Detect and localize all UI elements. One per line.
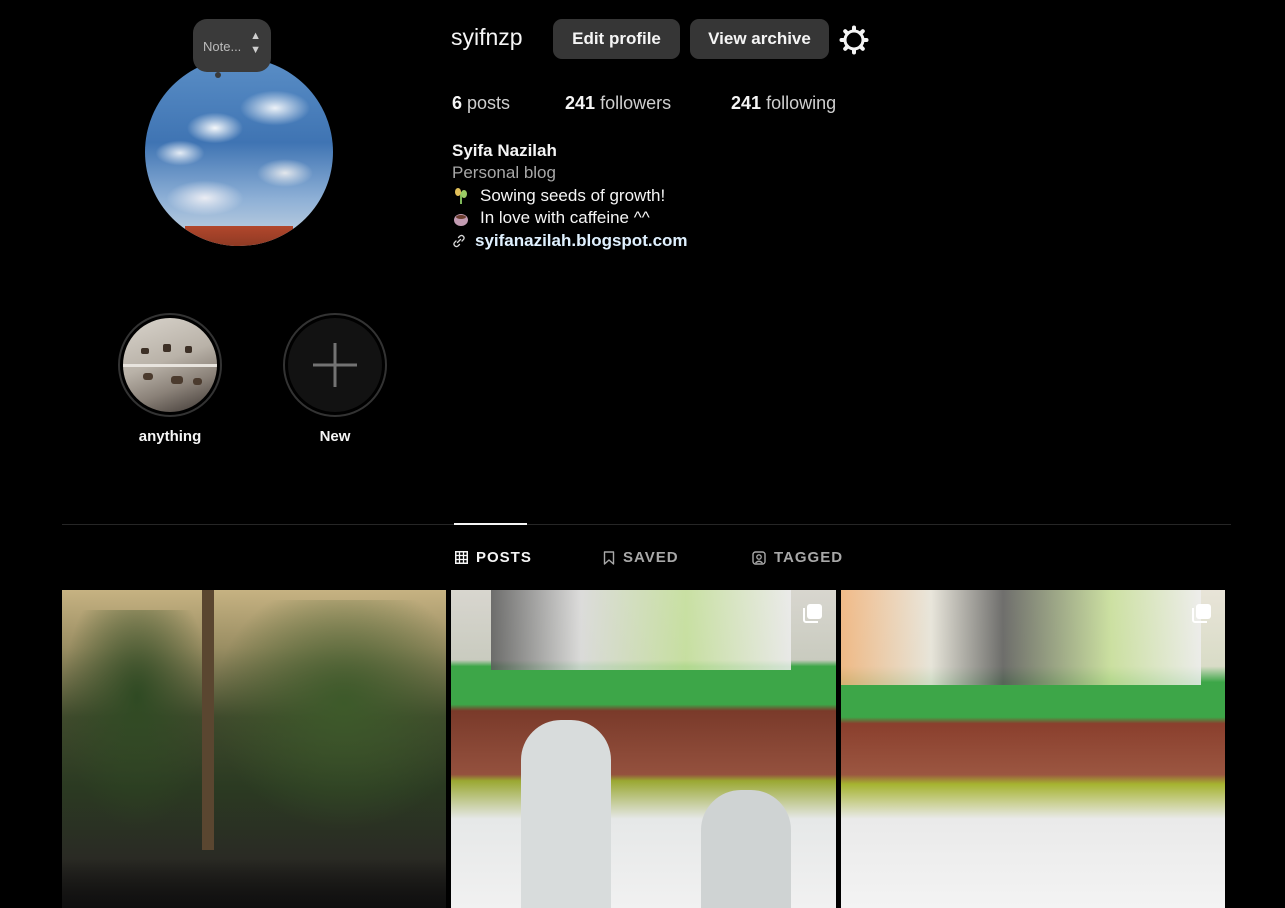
highlight-ring [283,313,387,417]
bookmark-icon [603,550,615,565]
tab-posts[interactable]: POSTS [455,549,532,566]
bio-line-2: In love with caffeine ^^ [452,208,650,228]
multiple-photos-icon [803,604,822,623]
tab-saved[interactable]: SAVED [603,549,679,566]
plant-emoji-icon [455,188,467,204]
plus-icon [313,343,357,387]
note-bubble[interactable]: Note... ▲ ▼ [193,19,271,78]
tab-saved-label: SAVED [623,549,679,566]
new-highlight-circle [288,318,382,412]
bio-line-1-text: Sowing seeds of growth! [480,186,666,205]
highlight-label: anything [138,428,202,445]
stat-following[interactable]: 241 following [731,93,836,114]
following-label: following [766,93,837,113]
tab-tagged-label: TAGGED [774,549,844,566]
bio-link[interactable]: syifanazilah.blogspot.com [452,231,688,251]
tabs-divider [62,524,1231,525]
stat-posts: 6 posts [452,93,510,114]
posts-label: posts [467,93,511,113]
bio-full-name: Syifa Nazilah [452,141,557,160]
settings-gear-icon[interactable] [838,24,870,56]
note-tail [215,72,221,78]
link-icon [453,234,465,248]
edit-profile-button[interactable]: Edit profile [553,19,680,59]
tag-user-icon [752,550,766,565]
profile-avatar[interactable] [145,58,333,246]
highlight-label: New [319,428,351,445]
highlight-ring [118,313,222,417]
followers-label: followers [600,93,672,113]
note-text: Note... [203,39,242,54]
tab-posts-label: POSTS [476,549,532,566]
posts-count: 6 [452,93,463,113]
coffee-emoji-icon [454,214,468,226]
stat-followers[interactable]: 241 followers [565,93,671,114]
bio-line-2-text: In love with caffeine ^^ [480,208,650,227]
bio-category: Personal blog [452,163,556,182]
note-arrows-icon: ▲ ▼ [250,30,261,56]
tab-tagged[interactable]: TAGGED [752,549,843,566]
multiple-photos-icon [1192,604,1211,623]
bio-link-text: syifanazilah.blogspot.com [475,231,688,250]
post-thumbnail[interactable] [62,590,446,908]
username: syifnzp [451,24,523,50]
view-archive-button[interactable]: View archive [690,19,829,59]
active-tab-indicator [454,523,527,525]
post-thumbnail[interactable] [451,590,836,908]
followers-count: 241 [565,93,596,113]
highlight-new[interactable]: New [281,313,389,445]
post-thumbnail[interactable] [841,590,1225,908]
bio-line-1: Sowing seeds of growth! [452,186,665,206]
avatar-roof-detail [185,226,293,246]
highlight-cover [123,318,217,412]
grid-icon [455,551,468,564]
following-count: 241 [731,93,762,113]
highlight-anything[interactable]: anything [116,313,224,445]
